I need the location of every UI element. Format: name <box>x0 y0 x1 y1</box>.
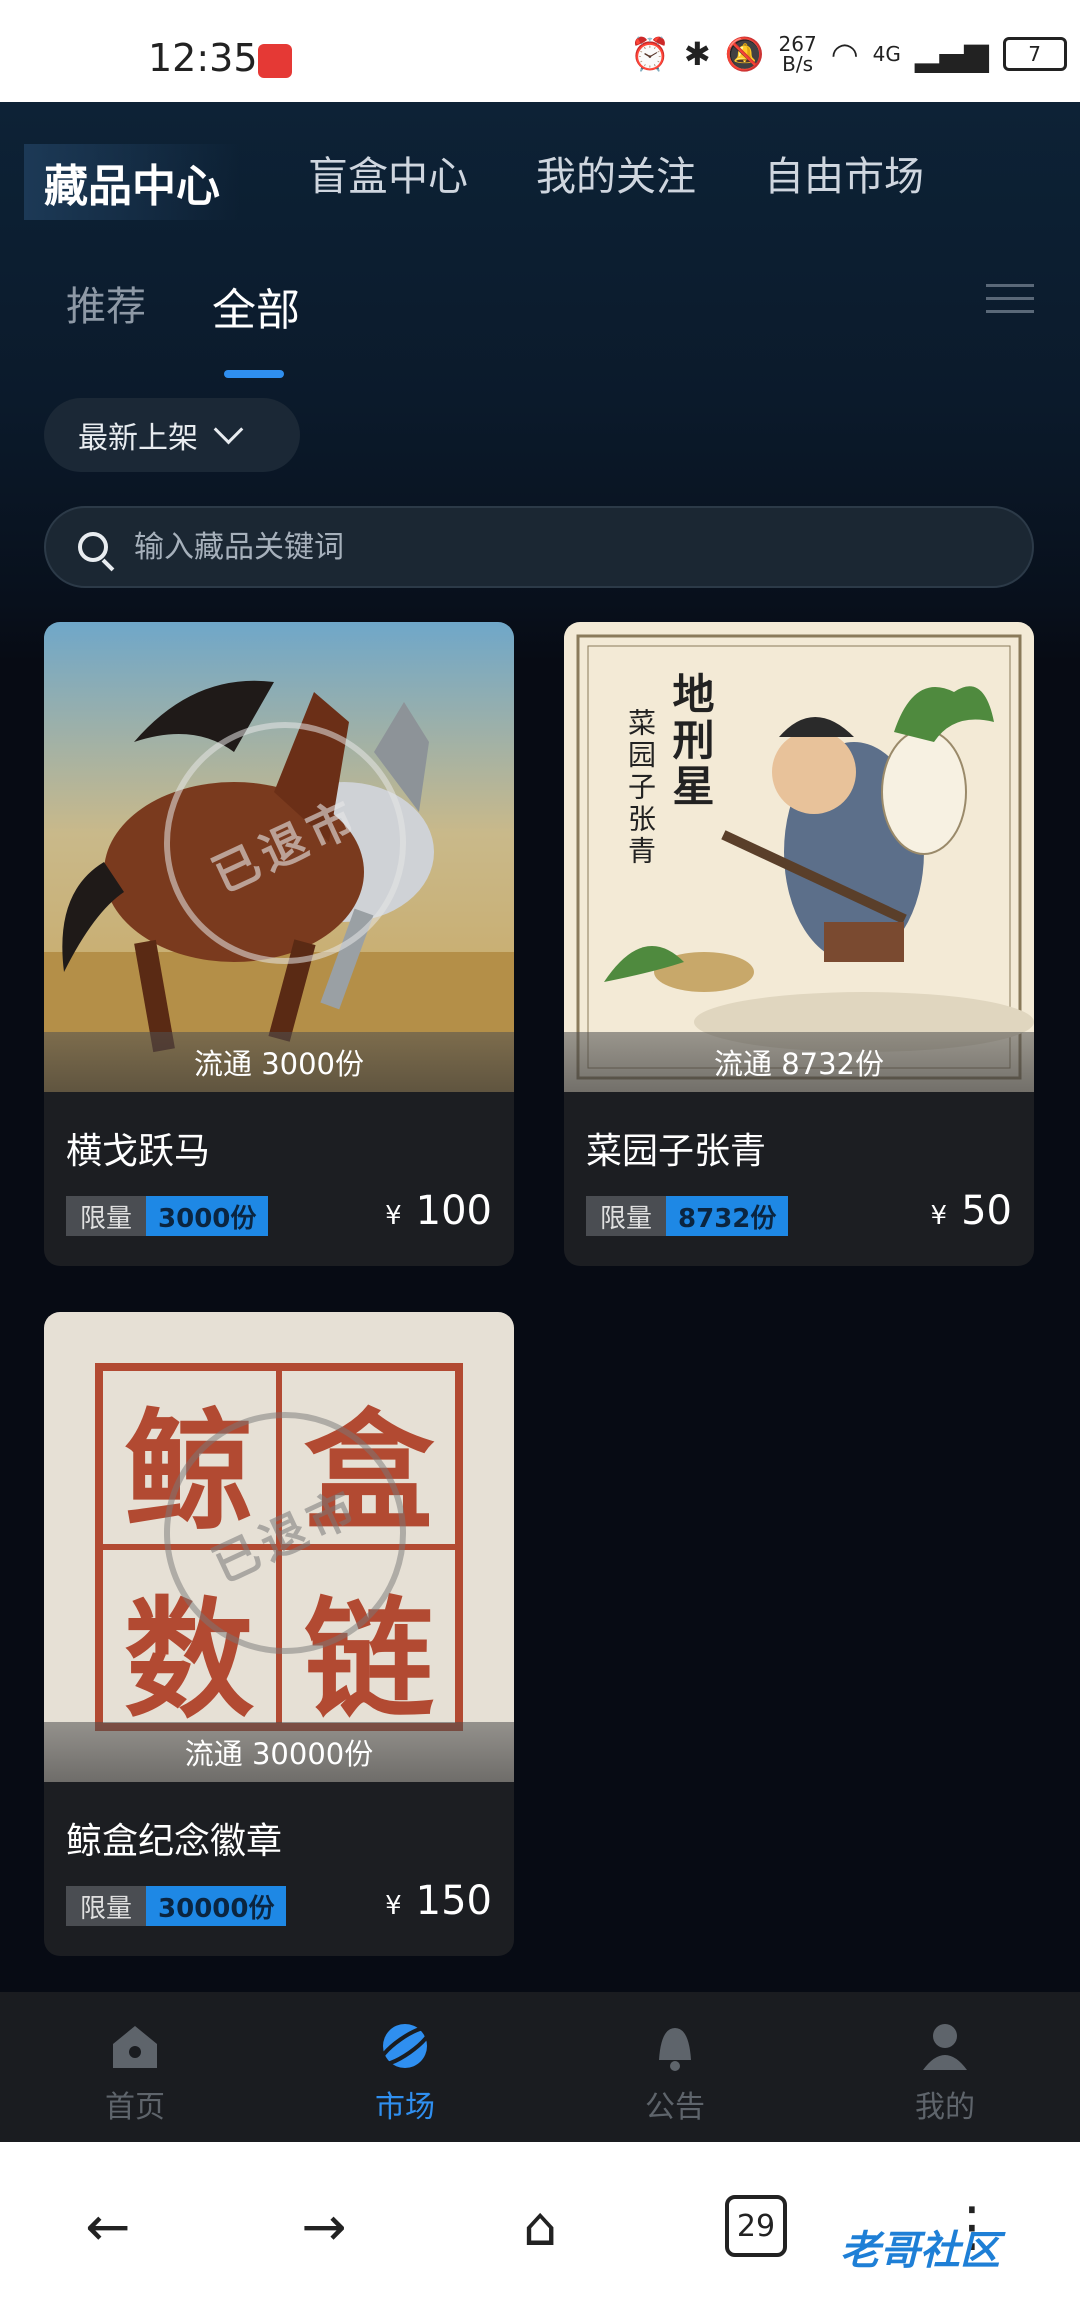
alarm-icon: ⏰ <box>630 35 670 73</box>
card-image-zhangqing: 地刑星 菜园子张青 <box>564 622 1034 1092</box>
limit-label: 限量 <box>66 1196 147 1236</box>
search-input[interactable] <box>132 528 936 566</box>
limit-badge: 限量 3000份 <box>66 1196 269 1236</box>
subtab-all[interactable]: 全部 <box>212 274 300 378</box>
status-icons: ⏰ ✱ 🔕 267B/s ◠ 4G ▂▄▆ 7 ϟ <box>630 34 1080 74</box>
mute-icon: 🔕 <box>724 35 765 73</box>
battery-icon: 7 <box>1002 37 1067 71</box>
search-icon <box>78 532 108 562</box>
list-view-icon[interactable] <box>986 284 1034 320</box>
collection-card[interactable]: 鲸 盒 数 链 已退市 流通 30000份 鲸盒纪念徽章 限量 30000份 ¥… <box>44 1312 514 1956</box>
bell-icon <box>659 2028 691 2071</box>
limit-label: 限量 <box>586 1196 667 1236</box>
chevron-down-icon <box>213 414 244 444</box>
circulation-label: 流通 30000份 <box>44 1722 514 1782</box>
card-price: ¥50 <box>930 1188 1012 1234</box>
card-title: 鲸盒纪念徽章 <box>66 1821 283 1862</box>
tab-count: 29 <box>725 2195 787 2257</box>
wifi-icon: ◠ <box>830 35 859 73</box>
nav-label: 我的 <box>915 2090 975 2125</box>
collection-card[interactable]: 已退市 流通 3000份 横戈跃马 限量 3000份 ¥100 <box>44 622 514 1266</box>
limit-badge: 限量 30000份 <box>66 1886 287 1926</box>
tab-collection-center[interactable]: 藏品中心 <box>24 144 240 220</box>
nav-label: 市场 <box>375 2090 435 2125</box>
top-nav: 藏品中心 盲盒中心 我的关注 自由市场 <box>24 144 992 220</box>
tab-free-market[interactable]: 自由市场 <box>764 144 924 220</box>
nav-announcement[interactable]: 公告 <box>540 1992 810 2142</box>
limit-badge: 限量 8732份 <box>586 1196 789 1236</box>
back-icon[interactable]: ← <box>68 2186 148 2266</box>
market-page: 藏品中心 盲盒中心 我的关注 自由市场 推荐 全部 最新上架 输入藏品关键词 已… <box>0 102 1080 1992</box>
card-title: 菜园子张青 <box>586 1131 767 1172</box>
nav-label: 首页 <box>105 2090 165 2125</box>
collection-card[interactable]: 地刑星 菜园子张青 流通 8732份 菜园子张青 限量 8732份 ¥50 <box>564 622 1034 1266</box>
poster-title: 地刑星 <box>666 672 715 810</box>
circulation-label: 流通 8732份 <box>564 1032 1034 1092</box>
status-time: 12:35 <box>148 36 258 80</box>
search-bar[interactable] <box>44 506 1034 588</box>
sort-dropdown[interactable]: 最新上架 <box>44 398 300 472</box>
home-icon <box>113 2026 157 2068</box>
bluetooth-icon: ✱ <box>683 35 711 73</box>
limit-label: 限量 <box>66 1886 147 1926</box>
nav-market[interactable]: 市场 <box>270 1992 540 2142</box>
network-speed: 267 B/s <box>778 32 817 76</box>
sort-label: 最新上架 <box>78 421 198 456</box>
subtab-recommended[interactable]: 推荐 <box>66 274 146 338</box>
tab-my-follows[interactable]: 我的关注 <box>536 144 696 220</box>
nav-label: 公告 <box>645 2090 705 2125</box>
poster-subtitle: 菜园子张青 <box>624 708 657 868</box>
user-icon <box>923 2024 967 2070</box>
card-title: 横戈跃马 <box>66 1131 211 1172</box>
card-price: ¥150 <box>385 1878 492 1924</box>
limit-value: 8732份 <box>666 1196 789 1236</box>
home-icon[interactable]: ⌂ <box>500 2186 580 2266</box>
status-bar: 12:35 ⏰ ✱ 🔕 267B/s ◠ 4G ▂▄▆ 7 ϟ <box>0 0 1080 102</box>
network-type: 4G <box>872 42 901 66</box>
limit-value: 3000份 <box>146 1196 269 1236</box>
app-notification-icon <box>258 44 292 78</box>
nav-profile[interactable]: 我的 <box>810 1992 1080 2142</box>
bottom-nav: 首页 市场 公告 我的 <box>0 1992 1080 2142</box>
forward-icon[interactable]: → <box>284 2186 364 2266</box>
watermark-logo: 老哥社区 <box>840 2228 1000 2274</box>
sub-tabs: 推荐 全部 <box>66 274 366 378</box>
tabs-button[interactable]: 29 <box>716 2186 796 2266</box>
card-image-horses: 已退市 <box>44 622 514 1092</box>
tab-blindbox-center[interactable]: 盲盒中心 <box>308 144 468 220</box>
card-price: ¥100 <box>385 1188 492 1234</box>
limit-value: 30000份 <box>146 1886 287 1926</box>
signal-icon: ▂▄▆ <box>914 35 989 73</box>
card-image-badge: 鲸 盒 数 链 已退市 <box>44 1312 514 1782</box>
planet-icon <box>378 2024 432 2068</box>
nav-home[interactable]: 首页 <box>0 1992 270 2142</box>
circulation-label: 流通 3000份 <box>44 1032 514 1092</box>
